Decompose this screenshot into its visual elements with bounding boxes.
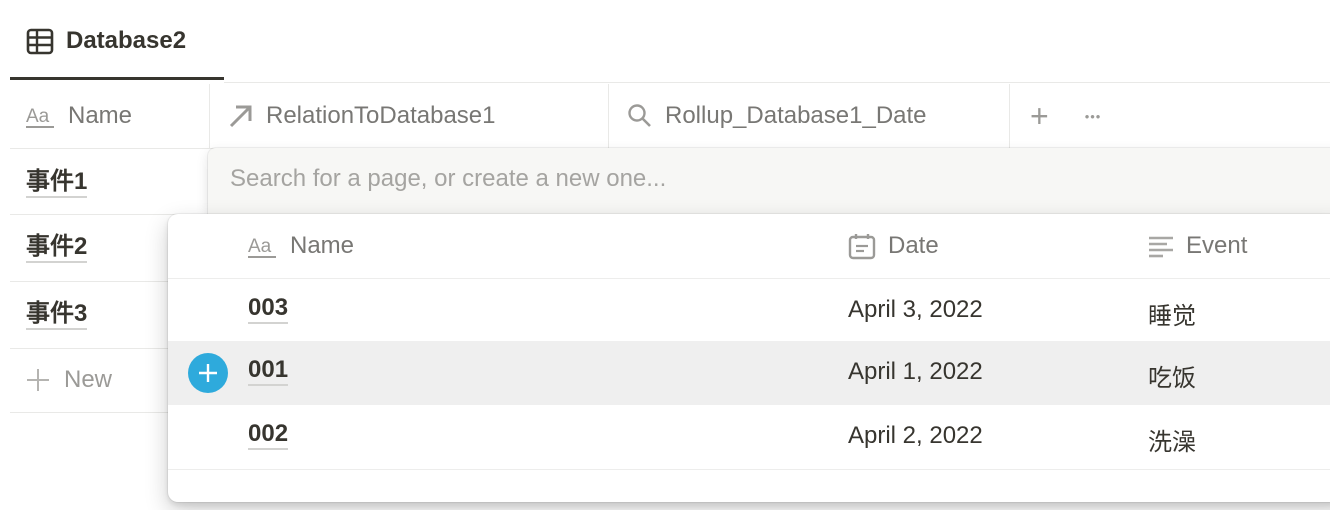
item-date: April 1, 2022: [848, 358, 983, 385]
view-tab-label: Database2: [66, 26, 187, 54]
column-header-label: Rollup_Database1_Date: [665, 102, 927, 129]
svg-text:Aa: Aa: [248, 236, 272, 257]
list-header-date: Date: [848, 214, 939, 278]
list-item[interactable]: 003 April 3, 2022 睡觉: [168, 279, 1330, 343]
list-header-name: Aa Name: [248, 214, 354, 278]
relation-page-list: Aa Name Date Event 003 April 3, 2022 睡觉 …: [168, 214, 1330, 502]
text-title-icon: Aa: [248, 234, 278, 258]
text-lines-icon: [1148, 234, 1174, 258]
relation-search-popup: [208, 148, 1330, 214]
item-date: April 3, 2022: [848, 296, 983, 323]
list-item-hovered[interactable]: 001 April 1, 2022 吃饭: [168, 341, 1330, 405]
item-date: April 2, 2022: [848, 422, 983, 449]
column-header-label: RelationToDatabase1: [266, 102, 496, 129]
table-icon: [26, 27, 54, 55]
svg-text:Aa: Aa: [26, 106, 50, 127]
column-header-label: Name: [68, 102, 133, 129]
list-header-label: Event: [1186, 232, 1248, 259]
add-relation-button[interactable]: [188, 353, 228, 393]
column-header-rollup[interactable]: Rollup_Database1_Date: [609, 84, 1010, 148]
item-event: 吃饭: [1148, 365, 1196, 392]
new-row-label: New: [64, 366, 113, 393]
item-name[interactable]: 001: [248, 356, 289, 386]
new-row-button[interactable]: New: [26, 366, 112, 394]
add-column-button[interactable]: +: [1030, 98, 1049, 135]
column-actions: + •••: [1010, 84, 1160, 148]
list-header-label: Date: [888, 232, 939, 259]
row-name-cell[interactable]: 事件3: [26, 300, 88, 330]
list-header-label: Name: [290, 232, 355, 259]
relation-search-input[interactable]: [228, 164, 1132, 194]
plus-icon: [26, 368, 50, 392]
item-name[interactable]: 003: [248, 294, 289, 324]
relation-arrow-icon: [228, 103, 254, 129]
list-item[interactable]: 002 April 2, 2022 洗澡: [168, 405, 1330, 469]
item-event: 洗澡: [1148, 429, 1196, 456]
list-header-event: Event: [1148, 214, 1247, 278]
more-options-button[interactable]: •••: [1085, 109, 1102, 124]
item-event: 睡觉: [1148, 303, 1196, 330]
row-name-cell[interactable]: 事件1: [26, 168, 88, 198]
column-header-relation[interactable]: RelationToDatabase1: [210, 84, 609, 148]
view-tab-database2[interactable]: Database2: [10, 0, 224, 80]
text-title-icon: Aa: [26, 104, 56, 128]
calendar-icon: [848, 232, 876, 260]
plus-icon: [197, 362, 219, 384]
list-divider: [168, 469, 1330, 470]
item-name[interactable]: 002: [248, 420, 289, 450]
column-header-name[interactable]: Aa Name: [10, 84, 210, 148]
row-name-cell[interactable]: 事件2: [26, 233, 88, 263]
rollup-search-icon: [627, 103, 653, 129]
tab-divider: [224, 82, 1330, 83]
